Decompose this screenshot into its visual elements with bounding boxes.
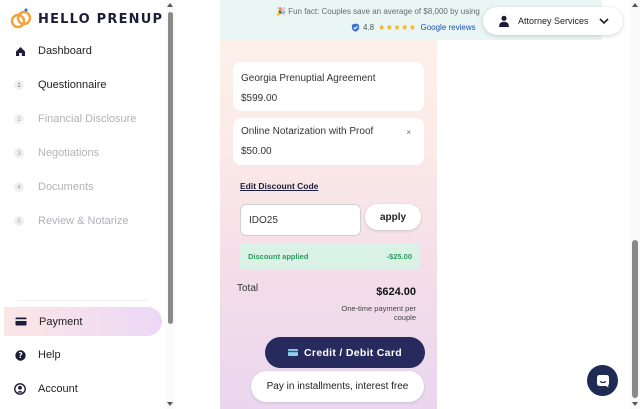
remove-item-close-icon[interactable]: × bbox=[406, 128, 411, 137]
help-icon: ? bbox=[14, 349, 26, 361]
sidebar-scrollbar-thumb[interactable] bbox=[168, 12, 173, 324]
sidebar: HELLO PRENUP Dashboard 1 Questionnaire 2… bbox=[0, 0, 168, 409]
total-label: Total bbox=[237, 283, 259, 294]
sidebar-item-label: Dashboard bbox=[38, 45, 92, 57]
discount-code-input[interactable] bbox=[240, 204, 361, 236]
sidebar-divider bbox=[18, 300, 148, 301]
sidebar-item-label: Questionnaire bbox=[38, 79, 107, 91]
scroll-down-arrow-icon[interactable] bbox=[632, 402, 638, 406]
rating-source: Google reviews bbox=[420, 23, 476, 32]
person-icon bbox=[499, 15, 509, 27]
sidebar-item-dashboard[interactable]: Dashboard bbox=[14, 45, 92, 57]
total-value: $624.00 bbox=[376, 286, 416, 298]
pay-credit-card-button[interactable]: Credit / Debit Card bbox=[265, 337, 425, 368]
scroll-up-arrow-icon[interactable] bbox=[632, 3, 638, 7]
attorney-services-dropdown[interactable]: Attorney Services bbox=[483, 7, 623, 35]
sidebar-scrollbar[interactable] bbox=[166, 0, 175, 409]
sidebar-item-financial-disclosure[interactable]: 2 Financial Disclosure bbox=[14, 113, 136, 125]
chat-launcher-button[interactable] bbox=[587, 365, 618, 396]
rings-logo-icon bbox=[10, 8, 32, 29]
chevron-down-icon bbox=[598, 18, 609, 25]
scroll-up-arrow-icon[interactable] bbox=[167, 3, 173, 7]
card-icon bbox=[14, 317, 28, 326]
rating-value: 4.8 bbox=[363, 23, 375, 32]
pay-credit-card-label: Credit / Debit Card bbox=[304, 346, 402, 359]
edit-discount-code-link[interactable]: Edit Discount Code bbox=[240, 181, 318, 191]
order-item-price: $599.00 bbox=[241, 93, 278, 104]
step-number: 5 bbox=[14, 216, 24, 226]
account-icon bbox=[14, 383, 26, 395]
rating-stars-icon: ★★★★★ bbox=[378, 23, 417, 32]
order-item-price: $50.00 bbox=[241, 146, 272, 157]
attorney-services-label: Attorney Services bbox=[518, 16, 589, 26]
discount-applied-banner: Discount applied -$25.00 bbox=[240, 243, 420, 270]
sidebar-item-negotiations[interactable]: 3 Negotiations bbox=[14, 147, 99, 159]
sidebar-item-label: Documents bbox=[38, 181, 94, 193]
sidebar-item-questionnaire[interactable]: 1 Questionnaire bbox=[14, 79, 107, 91]
page-scrollbar[interactable] bbox=[630, 0, 640, 409]
step-number: 2 bbox=[14, 114, 24, 124]
sidebar-item-account[interactable]: Account bbox=[14, 383, 78, 395]
sidebar-item-label: Help bbox=[38, 349, 61, 361]
google-rating[interactable]: 4.8 ★★★★★ Google reviews bbox=[351, 23, 476, 32]
step-number: 1 bbox=[14, 80, 24, 90]
fun-fact-text: 🎉 Fun fact: Couples save an average of $… bbox=[276, 7, 480, 16]
page-scrollbar-thumb[interactable] bbox=[632, 240, 638, 398]
order-item-name: Georgia Prenuptial Agreement bbox=[241, 73, 376, 84]
sidebar-item-label: Negotiations bbox=[38, 147, 100, 159]
chat-icon bbox=[596, 374, 609, 387]
step-number: 4 bbox=[14, 182, 24, 192]
verified-shield-icon bbox=[351, 23, 360, 32]
sidebar-item-documents[interactable]: 4 Documents bbox=[14, 181, 94, 193]
credit-card-icon bbox=[288, 349, 299, 356]
scroll-down-arrow-icon[interactable] bbox=[167, 402, 173, 406]
order-item: Georgia Prenuptial Agreement $599.00 bbox=[233, 62, 424, 111]
sidebar-item-label: Account bbox=[38, 383, 78, 395]
pay-installments-button[interactable]: Pay in installments, interest free bbox=[251, 371, 424, 402]
sidebar-item-label: Review & Notarize bbox=[38, 215, 129, 227]
step-number: 3 bbox=[14, 148, 24, 158]
discount-amount: -$25.00 bbox=[386, 252, 412, 261]
sidebar-item-label: Financial Disclosure bbox=[38, 113, 137, 125]
logo[interactable]: HELLO PRENUP bbox=[10, 8, 163, 30]
sidebar-item-review-notarize[interactable]: 5 Review & Notarize bbox=[14, 215, 128, 227]
sidebar-item-payment[interactable]: Payment bbox=[4, 307, 162, 336]
apply-discount-button[interactable]: apply bbox=[365, 204, 421, 230]
sidebar-item-help[interactable]: ? Help bbox=[14, 349, 61, 361]
order-item: Online Notarization with Proof × $50.00 bbox=[233, 118, 424, 165]
discount-applied-label: Discount applied bbox=[248, 252, 309, 261]
logo-text: HELLO PRENUP bbox=[38, 11, 164, 27]
svg-text:?: ? bbox=[18, 351, 22, 360]
home-icon bbox=[14, 46, 26, 57]
total-note: One-time payment per couple bbox=[341, 304, 416, 322]
order-item-name: Online Notarization with Proof bbox=[241, 126, 374, 137]
sidebar-item-label: Payment bbox=[39, 315, 83, 328]
